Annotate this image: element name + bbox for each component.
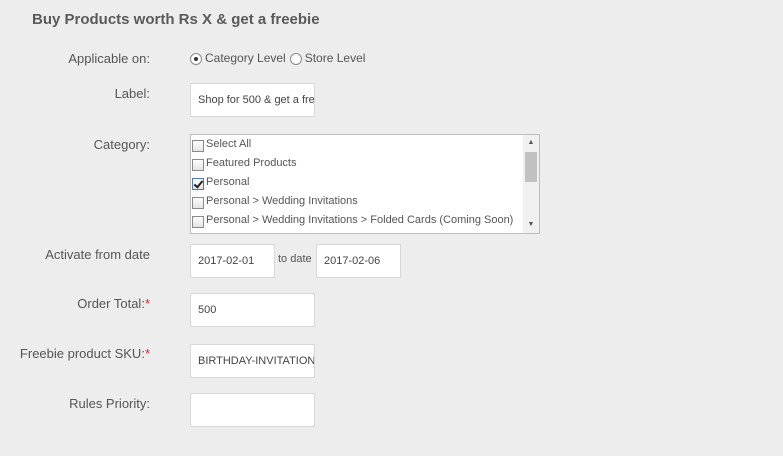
order-total-input[interactable]: 500	[190, 293, 315, 327]
category-level-radio-label[interactable]: Category Level	[205, 51, 286, 65]
wedding-invitations-checkbox[interactable]	[192, 197, 204, 209]
folded-cards-checkbox[interactable]	[192, 216, 204, 228]
to-date-input[interactable]: 2017-02-06	[316, 244, 401, 278]
store-level-radio-label[interactable]: Store Level	[305, 51, 366, 65]
scroll-down-icon[interactable]: ▼	[523, 218, 539, 232]
personal-checkbox[interactable]	[192, 178, 204, 190]
category-option-label: Select All	[206, 138, 252, 150]
category-option-folded-cards[interactable]: Personal > Wedding Invitations > Folded …	[192, 212, 513, 228]
freebie-sku-label: Freebie product SKU:*	[0, 346, 150, 361]
applicable-on-radio-group: Category Level Store Level	[190, 50, 369, 65]
category-option-label: Personal > Wedding Invitations	[206, 195, 358, 207]
rules-priority-label: Rules Priority:	[69, 396, 150, 411]
category-label: Category:	[93, 137, 150, 152]
category-option-wedding-invitations[interactable]: Personal > Wedding Invitations	[192, 193, 358, 209]
store-level-radio[interactable]	[289, 53, 302, 65]
order-total-label: Order Total:*	[0, 296, 150, 311]
label-field-label: Label:	[114, 86, 150, 101]
category-option-label: Personal	[206, 176, 250, 188]
label-input[interactable]: Shop for 500 & get a fre	[190, 83, 315, 117]
category-level-radio[interactable]	[190, 53, 202, 65]
select-all-checkbox[interactable]	[192, 140, 204, 152]
required-mark: *	[144, 346, 150, 361]
to-date-label: to date	[278, 253, 312, 265]
freebie-sku-input[interactable]: BIRTHDAY-INVITATION	[190, 344, 315, 378]
page-title: Buy Products worth Rs X & get a freebie	[32, 11, 320, 28]
scroll-thumb[interactable]	[525, 152, 537, 182]
required-mark: *	[144, 296, 150, 311]
featured-products-checkbox[interactable]	[192, 159, 204, 171]
order-total-label-text: Order Total:	[77, 296, 145, 311]
category-listbox[interactable]: Select All Featured Products Personal Pe…	[190, 134, 540, 234]
from-date-input[interactable]: 2017-02-01	[190, 244, 275, 278]
scroll-up-icon[interactable]: ▲	[523, 136, 539, 150]
freebie-sku-label-text: Freebie product SKU:	[19, 346, 145, 361]
category-scrollbar[interactable]: ▲ ▼	[523, 135, 539, 233]
activate-from-date-label: Activate from date	[45, 247, 150, 262]
applicable-on-label: Applicable on:	[68, 51, 150, 66]
category-option-label: Featured Products	[206, 157, 297, 169]
category-option-personal[interactable]: Personal	[192, 174, 249, 190]
rules-priority-input[interactable]	[190, 393, 315, 427]
category-option-featured-products[interactable]: Featured Products	[192, 155, 297, 171]
category-option-select-all[interactable]: Select All	[192, 136, 251, 152]
category-option-label: Personal > Wedding Invitations > Folded …	[206, 214, 514, 226]
